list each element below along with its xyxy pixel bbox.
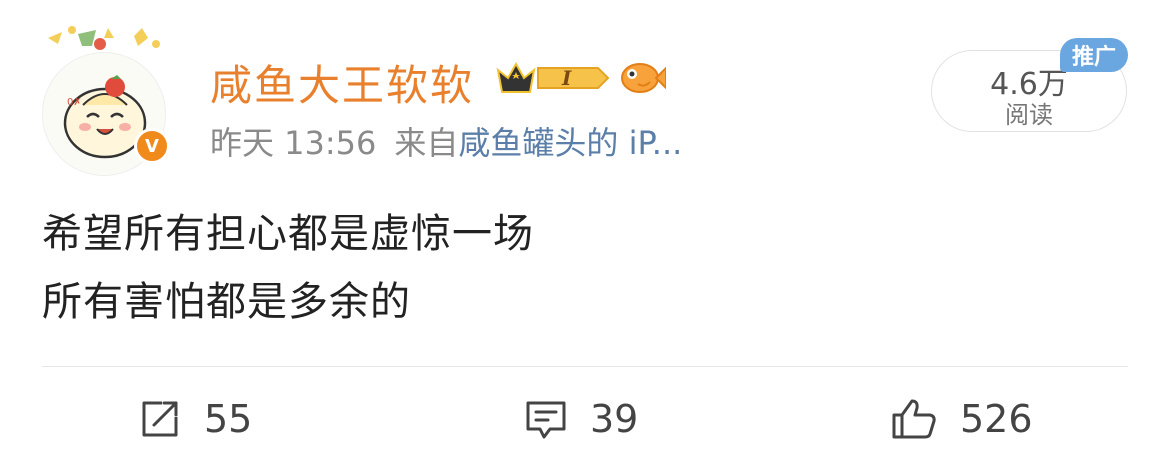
- crown-rank-icon: I: [496, 61, 610, 93]
- rank-letter: I: [561, 66, 572, 90]
- post-line: 所有害怕都是多余的: [42, 279, 411, 325]
- source-prefix: 来自: [394, 124, 459, 162]
- like-button[interactable]: 526: [890, 392, 1033, 446]
- thumbs-up-icon: [892, 399, 936, 439]
- like-count: 526: [960, 397, 1033, 441]
- username[interactable]: 咸鱼大王软软: [210, 52, 474, 113]
- post-meta: 昨天 13:56 来自咸鱼罐头的 iP...: [210, 118, 682, 164]
- comment-count: 39: [590, 397, 639, 441]
- promo-tag: 推广: [1060, 38, 1128, 72]
- share-arrow-icon: [142, 401, 178, 437]
- verified-badge: V: [134, 128, 170, 164]
- comment-bubble-icon: [526, 401, 566, 439]
- source-link[interactable]: 咸鱼罐头的 iP...: [458, 124, 682, 162]
- comment-button[interactable]: 39: [524, 392, 638, 446]
- fish-icon: [621, 63, 666, 93]
- post-line: 希望所有担心都是虚惊一场: [42, 211, 534, 257]
- post-content[interactable]: 希望所有担心都是虚惊一场 所有害怕都是多余的: [42, 200, 534, 336]
- read-label: 阅读: [1005, 101, 1053, 129]
- divider: [42, 366, 1128, 367]
- repost-count: 55: [204, 397, 253, 441]
- repost-button[interactable]: 55: [138, 392, 252, 446]
- post-time: 昨天 13:56: [210, 124, 377, 162]
- svg-text:0✗: 0✗: [67, 97, 82, 108]
